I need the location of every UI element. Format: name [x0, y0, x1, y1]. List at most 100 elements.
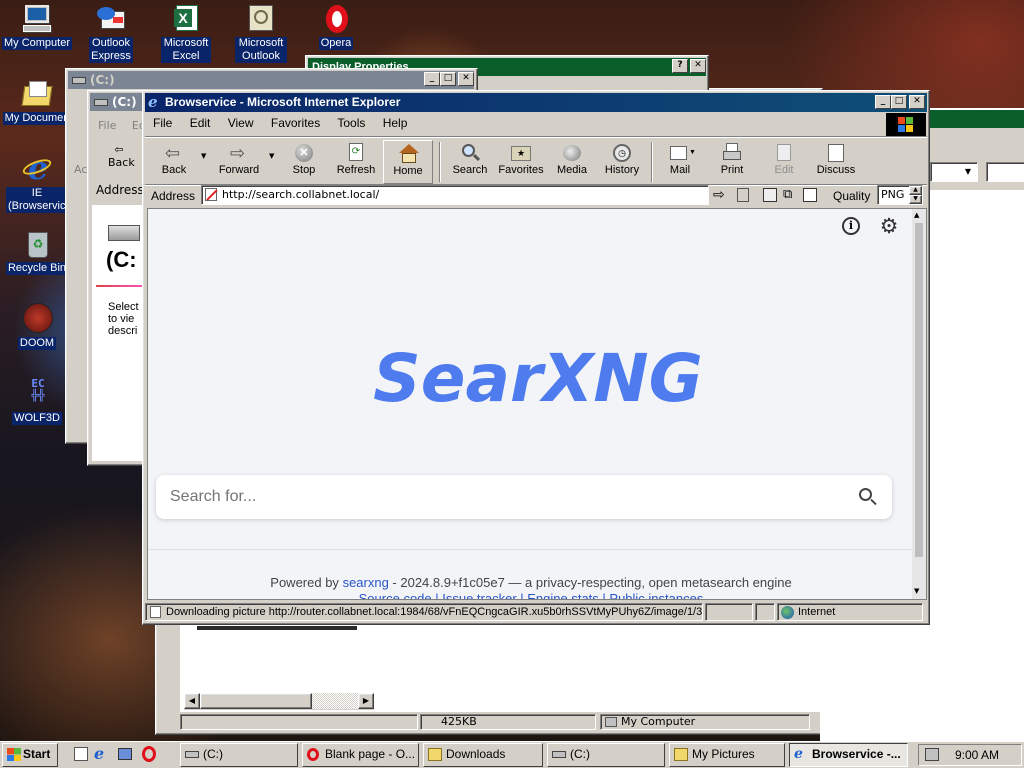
taskbar-item-my-pictures[interactable]: My Pictures	[669, 743, 785, 767]
status-zone-pane: Internet	[777, 603, 923, 621]
show-desktop-icon[interactable]	[74, 747, 88, 761]
help-button[interactable]: ?	[672, 59, 688, 73]
favorites-icon: ★	[510, 143, 532, 163]
close-button[interactable]: ✕	[909, 95, 925, 109]
network-icon[interactable]	[925, 748, 939, 761]
menu-tools[interactable]: Tools	[337, 116, 365, 130]
scroll-down-icon[interactable]: ▼	[914, 587, 919, 595]
desktop-icon-ie-browservice[interactable]: e IE (Browservice	[0, 152, 74, 213]
desktop-icon-microsoft-outlook[interactable]: Microsoft Outlook	[224, 3, 298, 63]
desktop-icon-my-computer[interactable]: My Computer	[0, 3, 74, 50]
discuss-button[interactable]: Discuss	[811, 140, 861, 184]
mail-button[interactable]: ▼ Mail	[655, 140, 705, 184]
opera-icon	[320, 3, 352, 35]
quality-label: Quality	[833, 189, 871, 203]
close-button[interactable]: ✕	[690, 59, 706, 73]
desktop-icon-microsoft-excel[interactable]: X Microsoft Excel	[149, 3, 223, 63]
go-arrow-icon[interactable]: ⇨	[713, 187, 725, 203]
quality-value: PNG	[881, 188, 905, 201]
print-label: Print	[720, 164, 744, 176]
desktop-icon-doom[interactable]: DOOM	[0, 303, 74, 350]
desktop-icon-opera[interactable]: Opera	[299, 3, 373, 50]
print-button[interactable]: Print	[707, 140, 757, 184]
scroll-right-button[interactable]: ▶	[358, 693, 374, 709]
ie-window[interactable]: e Browservice - Microsoft Internet Explo…	[142, 90, 930, 625]
history-button[interactable]: ◷ History	[597, 140, 647, 184]
edit-button[interactable]: Edit	[759, 140, 809, 184]
footer-links[interactable]: Source code | Issue tracker | Engine sta…	[148, 591, 914, 599]
clipboard-icon[interactable]	[803, 188, 817, 202]
spinner-down-icon[interactable]: ▼	[909, 195, 922, 204]
horizontal-scrollbar[interactable]: ◀ ▶	[184, 693, 374, 710]
status-zone-label: My Computer	[621, 715, 696, 728]
gear-icon[interactable]: ⚙	[878, 215, 900, 237]
maximize-button[interactable]: □	[440, 72, 456, 86]
menu-file[interactable]: File	[153, 116, 172, 130]
scroll-thumb[interactable]	[915, 223, 923, 557]
desktop-icon-outlook-express[interactable]: Outlook Express	[74, 3, 148, 63]
binoculars-icon[interactable]: ⧉	[783, 187, 792, 203]
vertical-scrollbar[interactable]: ▲ ▼	[912, 209, 926, 599]
opera-icon[interactable]	[142, 746, 156, 762]
menu-view[interactable]: View	[228, 116, 254, 130]
taskbar-item-opera[interactable]: Blank page - O...	[302, 743, 419, 767]
desktop-icon-recycle-bin[interactable]: ♻ Recycle Bin	[0, 228, 74, 275]
forward-label: Forward	[218, 164, 260, 176]
page-viewport[interactable]: i ⚙ SearXNG Powered by searxng - 2024.8.…	[147, 208, 927, 600]
desktop-icon-my-documents[interactable]: My Documen	[0, 78, 74, 125]
computer-icon[interactable]	[118, 748, 132, 760]
bookmark-icon[interactable]	[737, 188, 749, 202]
back-dropdown-icon[interactable]: ▼	[201, 152, 206, 160]
ie-titlebar[interactable]: e Browservice - Microsoft Internet Explo…	[145, 93, 927, 112]
forward-dropdown-icon[interactable]: ▼	[269, 152, 274, 160]
taskbar-item-c-drive-2[interactable]: (C:)	[547, 743, 665, 767]
c2-big-title: (C:	[106, 247, 137, 272]
stop-button[interactable]: ✕ Stop	[279, 140, 329, 184]
scroll-up-icon[interactable]: ▲	[914, 211, 919, 219]
search-box[interactable]	[156, 475, 892, 519]
searxng-link[interactable]: searxng	[343, 575, 389, 590]
internet-explorer-icon[interactable]: e	[94, 745, 104, 763]
page-save-icon[interactable]	[763, 188, 777, 202]
info-icon[interactable]: i	[842, 217, 860, 235]
back-button[interactable]: ⇦ Back	[149, 140, 199, 184]
forward-button[interactable]: ⇨ Forward	[211, 140, 267, 184]
refresh-button[interactable]: ⟳ Refresh	[331, 140, 381, 184]
search-icon[interactable]	[858, 487, 878, 507]
taskbar-item-c-drive-1[interactable]: (C:)	[180, 743, 298, 767]
start-button[interactable]: Start	[2, 743, 58, 767]
quality-spinner[interactable]: PNG ▲ ▼	[877, 185, 923, 205]
menu-help[interactable]: Help	[383, 116, 408, 130]
window-title: Browservice - Microsoft Internet Explore…	[165, 95, 401, 109]
minimize-button[interactable]: _	[424, 72, 440, 86]
menu-favorites[interactable]: Favorites	[271, 116, 320, 130]
background-combo[interactable]: ▼	[930, 162, 978, 182]
standard-toolbar: ⇦ Back ▼ ⇨ Forward ▼ ✕ Stop ⟳ Refresh Ho…	[147, 138, 925, 184]
clock[interactable]: 9:00 AM	[955, 748, 999, 762]
background-input[interactable]	[986, 162, 1024, 182]
favorites-button[interactable]: ★ Favorites	[493, 140, 549, 184]
chevron-down-icon[interactable]: ▼	[961, 164, 975, 180]
c-drive-window-2[interactable]: (C:) File Ed ⇦ Back Address (C: Select to…	[87, 90, 150, 466]
media-button[interactable]: Media	[547, 140, 597, 184]
desktop-icon-wolf3d[interactable]: EC ╬╬ WOLF3D	[0, 378, 74, 425]
scroll-thumb[interactable]	[200, 693, 312, 709]
search-input[interactable]	[170, 483, 830, 511]
taskbar-item-downloads[interactable]: Downloads	[423, 743, 543, 767]
taskbar-item-browservice[interactable]: e Browservice -...	[789, 743, 908, 767]
back-icon[interactable]: ⇦ Back	[108, 143, 135, 173]
task-label: Blank page - O...	[325, 747, 416, 761]
search-button[interactable]: Search	[445, 140, 495, 184]
home-button[interactable]: Home	[383, 140, 433, 184]
menu-file[interactable]: File	[98, 119, 116, 132]
close-button[interactable]: ✕	[458, 72, 474, 86]
scroll-left-button[interactable]: ◀	[184, 693, 200, 709]
status-zone: My Computer	[600, 714, 810, 730]
maximize-button[interactable]: □	[891, 95, 907, 109]
globe-icon	[781, 606, 794, 619]
spinner-up-icon[interactable]: ▲	[909, 186, 922, 195]
address-field[interactable]: http://search.collabnet.local/	[201, 185, 709, 205]
menu-edit[interactable]: Edit	[190, 116, 211, 130]
windows-logo-throbber	[886, 113, 926, 136]
minimize-button[interactable]: _	[875, 95, 891, 109]
